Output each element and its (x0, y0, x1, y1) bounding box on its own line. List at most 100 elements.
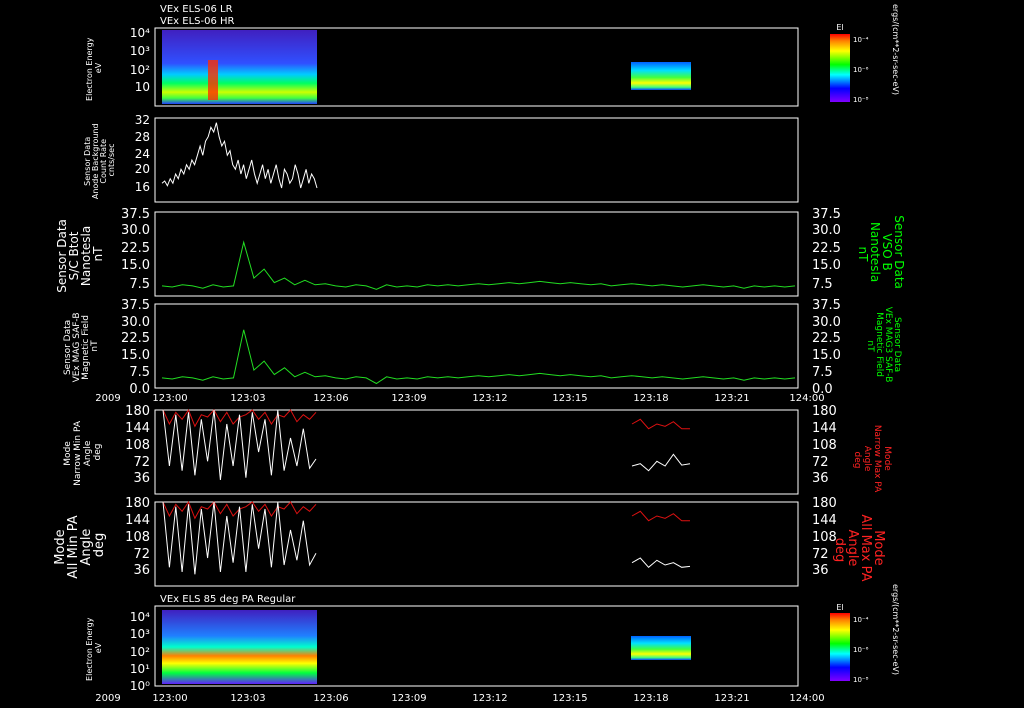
panel7-ylabel: Electron Energy eV (85, 615, 103, 681)
panel3-yticks-right: 7.5 15.0 22.5 30.0 37.5 (812, 207, 841, 292)
ytick: 15.0 (121, 258, 150, 273)
all-min-pa-line (162, 501, 317, 575)
ytick: 180 (812, 404, 837, 419)
ytick: 22.5 (812, 241, 841, 256)
ytick: 10⁰ (130, 679, 150, 693)
spectrogram-block-lr (162, 30, 317, 104)
ytick: 144 (812, 421, 837, 436)
time-tick: 123:12 (472, 693, 507, 704)
ytick: 37.5 (812, 298, 841, 313)
ytick: 16 (135, 180, 150, 194)
panel-anode-background: 16 20 24 28 32 Sensor Data Anode Backgro… (83, 113, 799, 203)
time-tick: 123:00 (152, 693, 187, 704)
time-tick: 124:00 (789, 693, 824, 704)
panel2-ylabel: Sensor Data Anode Background Count Rate … (83, 121, 116, 199)
panel4-yticks-right: 0.0 7.5 15.0 22.5 30.0 37.5 (812, 298, 841, 397)
colorbar-title: El (836, 603, 843, 612)
time-tick: 124:00 (789, 393, 824, 404)
ytick: 10⁴ (130, 610, 150, 624)
colorbar-bottom (830, 613, 850, 681)
ytick: 37.5 (121, 207, 150, 222)
panel4-ylabel: Sensor Data VEx MAG SAF-B Magnetic Field… (63, 310, 100, 383)
ytick: 7.5 (129, 277, 150, 292)
ytick: 22.5 (121, 331, 150, 346)
ytick: 30.0 (812, 315, 841, 330)
time-tick: 123:21 (714, 693, 749, 704)
ytick: 10² (130, 645, 150, 659)
ytick: 36 (812, 563, 829, 578)
spectrogram-block-85-b (631, 636, 691, 660)
all-max-pa-line (631, 510, 690, 522)
ytick: 72 (812, 547, 829, 562)
time-tick: 123:09 (391, 693, 426, 704)
ytick: 10³ (130, 44, 150, 58)
spectrogram-block-85-a (162, 610, 317, 684)
anode-count-rate-line (161, 122, 318, 189)
mag-field-line (161, 329, 796, 385)
ytick: 22.5 (812, 331, 841, 346)
spectrogram-hotspot (208, 60, 218, 100)
ytick: 0.0 (129, 382, 150, 397)
time-tick: 123:09 (391, 393, 426, 404)
ytick: 144 (812, 513, 837, 528)
panel3-ylabel: Sensor Data S/C Btot Nanotesla nT (55, 215, 105, 292)
panel-els-85deg: VEx ELS 85 deg PA Regular 10⁰ 10¹ 10² 10… (85, 584, 900, 693)
all-min-pa-line (631, 557, 691, 568)
ytick: 144 (125, 513, 150, 528)
ytick: 144 (125, 421, 150, 436)
time-axis-bottom: 2009 123:00 123:03 123:06 123:09 123:12 … (95, 693, 824, 704)
ytick: 10⁴ (130, 26, 150, 40)
time-tick: 123:06 (313, 693, 348, 704)
ytick: 180 (812, 496, 837, 511)
time-tick: 123:06 (313, 393, 348, 404)
panel6-right-label: Mode All Max PA Angle deg (832, 514, 886, 585)
colorbar-unit: ergs/(cm**2-sr-sec-eV) (891, 584, 900, 675)
ytick: 15.0 (812, 348, 841, 363)
ytick: 7.5 (812, 365, 833, 380)
time-tick: 123:21 (714, 393, 749, 404)
header-line2: VEx ELS-06 HR (160, 16, 235, 27)
ytick: 15.0 (121, 348, 150, 363)
ytick: 36 (133, 471, 150, 486)
time-tick: 123:03 (230, 693, 265, 704)
panel2-yticks: 16 20 24 28 32 (135, 113, 150, 194)
year-label: 2009 (95, 393, 120, 404)
ytick: 37.5 (812, 207, 841, 222)
panel6-yticks-left: 36 72 108 144 180 (125, 496, 150, 578)
panel-all-pa: 36 72 108 144 180 36 72 108 144 180 Mode… (53, 496, 886, 587)
panel-frame (154, 303, 799, 389)
ytick: 180 (125, 496, 150, 511)
panel1-yticks: 10 10² 10³ 10⁴ (130, 26, 150, 94)
ytick: 30.0 (121, 315, 150, 330)
panel3-yticks-left: 7.5 15.0 22.5 30.0 37.5 (121, 207, 150, 292)
narrow-min-pa-line (631, 453, 691, 472)
ytick: 10 (135, 80, 150, 94)
colorbar-tick: 10⁻⁴ (853, 36, 869, 44)
ytick: 108 (125, 530, 150, 545)
time-tick: 123:12 (472, 393, 507, 404)
panel4-yticks-left: 0.0 7.5 15.0 22.5 30.0 37.5 (121, 298, 150, 397)
panel6-ylabel: Mode All Min PA Angle deg (53, 511, 107, 579)
panel5-ylabel: Mode Narrow Min PA Angle deg (63, 418, 103, 486)
panel3-right-label: Sensor Data VSO B Nanotesla nT (856, 215, 906, 292)
panel5-right-label: Mode Narrow Max PA Angle deg (852, 425, 892, 495)
ytick: 72 (133, 547, 150, 562)
ytick: 10² (130, 63, 150, 77)
ytick: 72 (133, 455, 150, 470)
colorbar-tick: 10⁻⁶ (853, 66, 869, 74)
colorbar-unit: ergs/(cm**2-sr-sec-eV) (891, 4, 900, 95)
ytick: 10¹ (130, 662, 150, 676)
narrow-max-pa-line (631, 418, 690, 430)
time-tick: 123:18 (633, 393, 668, 404)
panel-frame (154, 211, 799, 297)
time-tick: 123:03 (230, 393, 265, 404)
ytick: 22.5 (121, 241, 150, 256)
time-tick: 123:15 (552, 693, 587, 704)
time-tick: 123:00 (152, 393, 187, 404)
ytick: 36 (133, 563, 150, 578)
panel1-ylabel: Electron Energy eV (85, 35, 103, 101)
ytick: 20 (135, 162, 150, 176)
narrow-min-pa-line (162, 409, 317, 481)
ytick: 108 (812, 438, 837, 453)
panel-narrow-pa: 36 72 108 144 180 36 72 108 144 180 Mode… (63, 404, 892, 495)
